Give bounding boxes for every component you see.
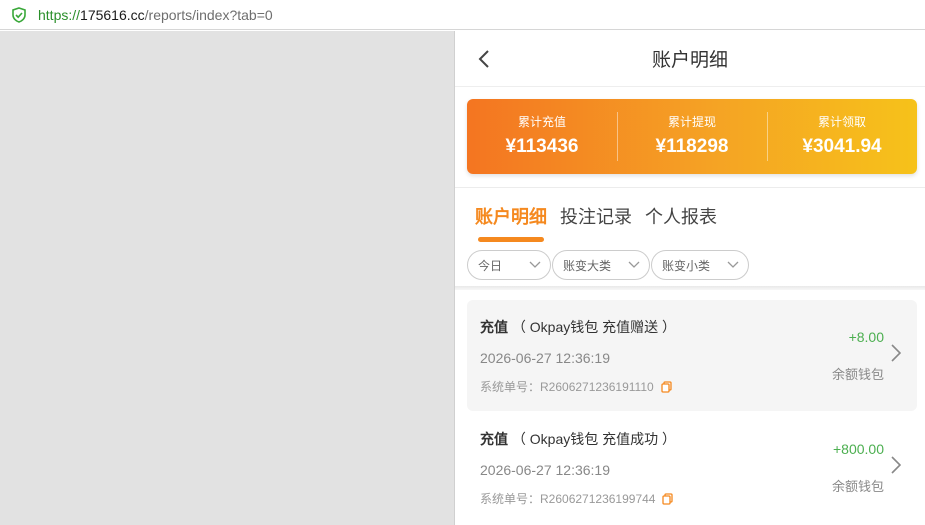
stat-value: ¥118298 <box>655 136 729 157</box>
record-type: 充值 <box>480 431 508 447</box>
list-item[interactable]: 充值 （ Okpay钱包 充值成功 ） 2026-06-27 12:36:19 … <box>467 412 917 523</box>
stat-label: 累计充值 <box>517 115 566 129</box>
empty-gray-area <box>0 31 454 525</box>
filter-label: 账变小类 <box>662 258 711 273</box>
url-scheme: https:// <box>38 6 81 23</box>
order-number: R2606271236199744 <box>540 491 656 506</box>
record-time: 2026-06-27 12:36:19 <box>480 462 610 478</box>
stat-label: 累计提现 <box>667 115 716 129</box>
copy-icon[interactable] <box>661 380 672 393</box>
filter-label: 今日 <box>478 258 503 273</box>
filter-date-select[interactable]: 今日 <box>467 250 551 280</box>
record-order: 系统单号： R2606271236199744 <box>480 490 674 507</box>
stat-total-deposit: 累计充值 ¥113436 <box>467 99 617 174</box>
record-amount: +8.00 <box>848 329 884 345</box>
account-details-page: 账户明细 累计充值 ¥113436 累计提现 ¥118298 累计领取 ¥304… <box>455 31 925 525</box>
order-label: 系统单号： <box>480 380 541 394</box>
copy-icon[interactable] <box>662 492 674 505</box>
filter-subcategory-select[interactable]: 账变小类 <box>651 250 749 280</box>
filter-label: 账变大类 <box>563 258 612 273</box>
filter-bar: 今日 账变大类 账变小类 <box>467 250 750 280</box>
record-amount: +800.00 <box>833 441 884 457</box>
chevron-down-icon <box>529 261 541 268</box>
page-title: 账户明细 <box>651 50 728 71</box>
tab-personal-report[interactable]: 个人报表 <box>645 203 717 243</box>
section-divider <box>455 187 925 188</box>
address-bar[interactable]: https://175616.cc/reports/index?tab=0 <box>0 0 925 30</box>
stat-value: ¥3041.94 <box>802 136 882 157</box>
url-text[interactable]: https://175616.cc/reports/index?tab=0 <box>38 7 273 23</box>
stat-total-withdrawal: 累计提现 ¥118298 <box>617 99 767 174</box>
record-title: 充值 （ Okpay钱包 充值成功 ） <box>480 429 676 449</box>
active-tab-indicator <box>478 237 544 242</box>
chevron-right-icon <box>891 456 901 474</box>
chevron-down-icon <box>628 261 640 268</box>
tab-bet-records[interactable]: 投注记录 <box>560 203 632 243</box>
stat-value: ¥113436 <box>505 136 579 157</box>
record-wallet: 余额钱包 <box>831 367 884 382</box>
order-number: R2606271236191110 <box>540 379 654 394</box>
list-item[interactable]: 充值 （ Okpay钱包 充值赠送 ） 2026-06-27 12:36:19 … <box>467 300 917 411</box>
record-order: 系统单号： R2606271236191110 <box>480 378 672 395</box>
filter-category-select[interactable]: 账变大类 <box>552 250 650 280</box>
order-label: 系统单号： <box>480 492 541 506</box>
page-header: 账户明细 <box>455 31 925 87</box>
url-host: 175616.cc <box>80 6 145 23</box>
record-time: 2026-06-27 12:36:19 <box>480 350 610 366</box>
summary-card: 累计充值 ¥113436 累计提现 ¥118298 累计领取 ¥3041.94 <box>467 99 917 174</box>
record-title: 充值 （ Okpay钱包 充值赠送 ） <box>480 317 676 337</box>
filter-bar-shadow <box>455 286 925 290</box>
secure-shield-icon <box>12 6 26 23</box>
stat-total-claimed: 累计领取 ¥3041.94 <box>767 99 917 174</box>
stat-label: 累计领取 <box>817 115 866 129</box>
record-wallet: 余额钱包 <box>831 479 884 494</box>
chevron-down-icon <box>727 261 739 268</box>
record-type: 充值 <box>480 319 508 335</box>
chevron-right-icon <box>891 344 901 362</box>
url-path: /reports/index?tab=0 <box>144 6 273 23</box>
record-detail: （ Okpay钱包 充值赠送 ） <box>511 319 677 335</box>
record-detail: （ Okpay钱包 充值成功 ） <box>511 431 677 447</box>
